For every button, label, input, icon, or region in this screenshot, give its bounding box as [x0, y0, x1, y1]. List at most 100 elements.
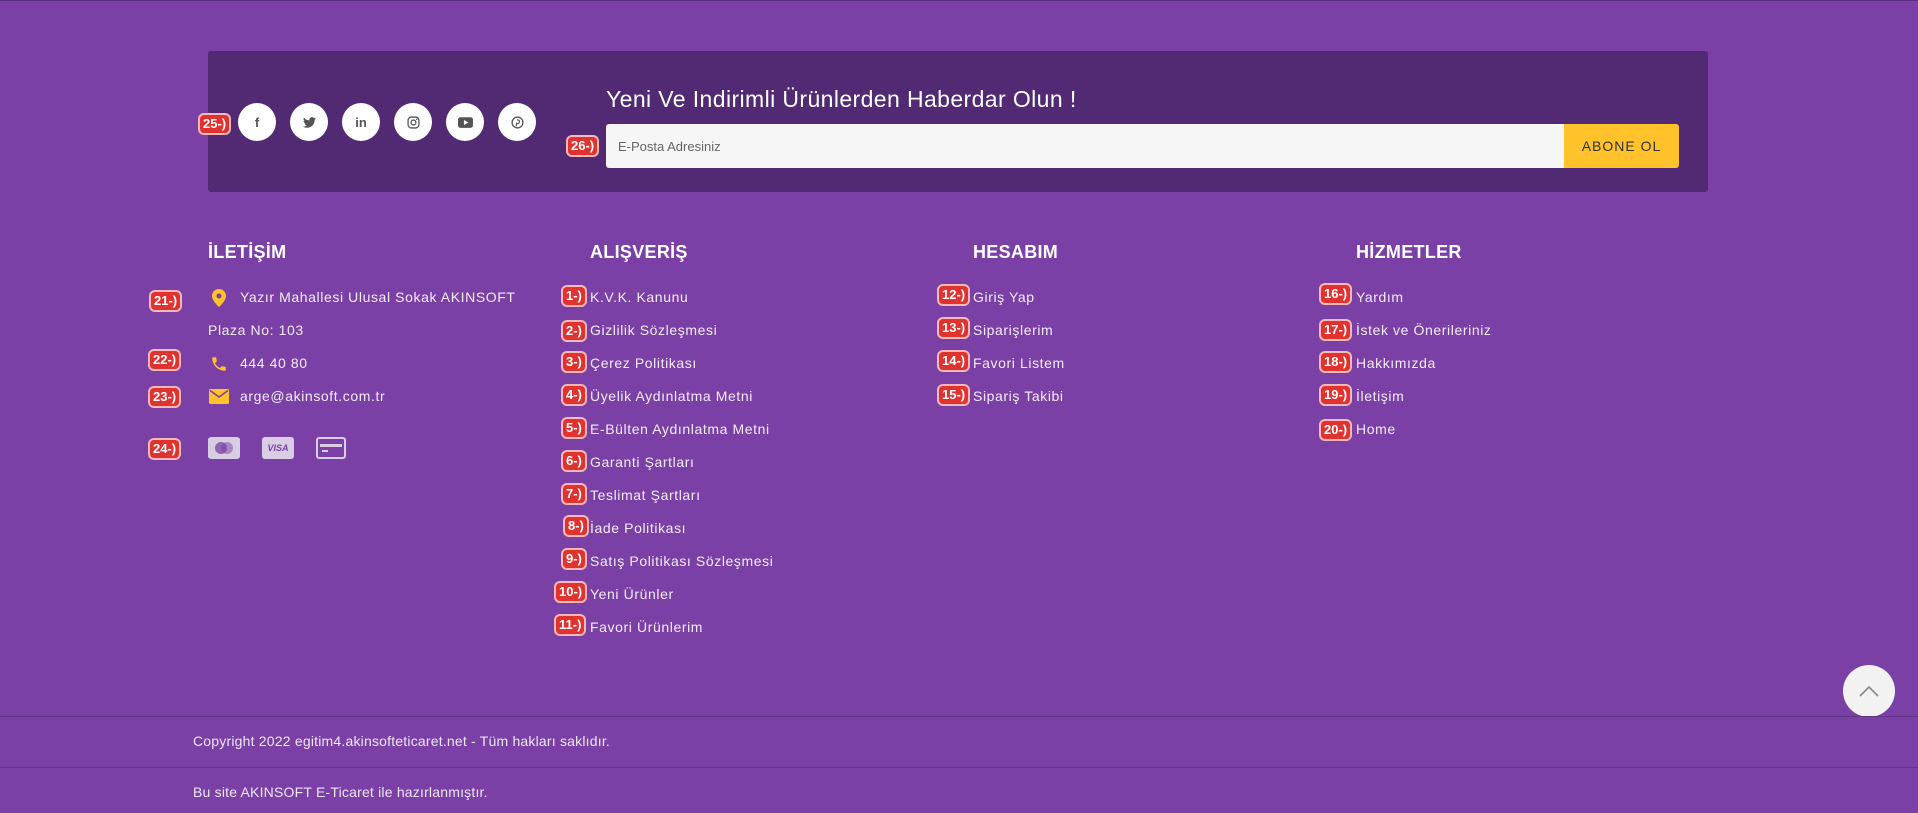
copyright-text: Copyright 2022 egitim4.akinsofteticaret.…: [193, 733, 611, 749]
email-row: arge@akinsoft.com.tr: [208, 380, 516, 413]
footer-link[interactable]: Yardım: [1356, 281, 1492, 314]
shopping-heading: ALIŞVERİŞ: [590, 242, 688, 262]
marker-13: 13-): [939, 319, 969, 337]
marker-8: 8-): [565, 517, 587, 535]
marker-23: 23-): [150, 388, 180, 406]
email-link[interactable]: arge@akinsoft.com.tr: [240, 380, 385, 413]
footer-link[interactable]: Favori Ürünlerim: [590, 611, 773, 644]
footer-link[interactable]: Teslimat Şartları: [590, 479, 773, 512]
account-heading: HESABIM: [973, 242, 1059, 262]
contact-heading: İLETİŞİM: [208, 242, 287, 262]
link-help[interactable]: Yardım: [1356, 289, 1404, 305]
link-about[interactable]: Hakkımızda: [1356, 355, 1436, 371]
marker-16: 16-): [1321, 285, 1351, 303]
link-new-products[interactable]: Yeni Ürünler: [590, 586, 674, 602]
marker-5: 5-): [563, 419, 585, 437]
contact-column: İLETİŞİM Yazır Mahallesi Ulusal Sokak AK…: [208, 240, 516, 413]
marker-1: 1-): [563, 287, 585, 305]
youtube-icon[interactable]: [446, 103, 484, 141]
shopping-column: ALIŞVERİŞ K.V.K. Kanunu Gizlilik Sözleşm…: [590, 240, 773, 644]
marker-14: 14-): [939, 352, 969, 370]
top-divider: [0, 0, 1918, 1]
marker-21: 21-): [151, 292, 181, 310]
marker-2: 2-): [563, 322, 585, 340]
link-membership-notice[interactable]: Üyelik Aydınlatma Metni: [590, 388, 753, 404]
subscribe-button[interactable]: ABONE OL: [1564, 124, 1679, 168]
link-suggestions[interactable]: İstek ve Önerileriniz: [1356, 322, 1492, 338]
footer-link[interactable]: Hakkımızda: [1356, 347, 1492, 380]
link-sales-policy[interactable]: Satış Politikası Sözleşmesi: [590, 553, 773, 569]
link-orders[interactable]: Siparişlerim: [973, 322, 1053, 338]
footer-link[interactable]: Satış Politikası Sözleşmesi: [590, 545, 773, 578]
marker-4: 4-): [563, 386, 585, 404]
newsletter-box: f in Yeni Ve Indirimli Ürünlerden Haberd…: [208, 51, 1708, 192]
marker-12: 12-): [939, 286, 969, 304]
footer-link[interactable]: İletişim: [1356, 380, 1492, 413]
facebook-icon[interactable]: f: [238, 103, 276, 141]
footer-link[interactable]: Favori Listem: [973, 347, 1065, 380]
link-order-tracking[interactable]: Sipariş Takibi: [973, 388, 1064, 404]
credit-card-icon: [316, 437, 346, 459]
location-pin-icon: [208, 288, 230, 307]
footer-link[interactable]: K.V.K. Kanunu: [590, 281, 773, 314]
link-privacy[interactable]: Gizlilik Sözleşmesi: [590, 322, 717, 338]
marker-25: 25-): [200, 115, 230, 133]
footer-link[interactable]: Siparişlerim: [973, 314, 1065, 347]
mail-icon: [208, 389, 230, 404]
instagram-icon[interactable]: [394, 103, 432, 141]
marker-15: 15-): [939, 386, 969, 404]
marker-17: 17-): [1321, 321, 1351, 339]
footer-link[interactable]: Çerez Politikası: [590, 347, 773, 380]
footer-link[interactable]: Giriş Yap: [973, 281, 1065, 314]
marker-24: 24-): [150, 440, 180, 458]
chevron-up-icon: [1859, 685, 1879, 697]
visa-icon: VISA: [262, 437, 294, 459]
marker-6: 6-): [563, 452, 585, 470]
footer-link[interactable]: Garanti Şartları: [590, 446, 773, 479]
footer-link[interactable]: İstek ve Önerileriniz: [1356, 314, 1492, 347]
link-delivery[interactable]: Teslimat Şartları: [590, 487, 701, 503]
footer-link[interactable]: Gizlilik Sözleşmesi: [590, 314, 773, 347]
address-row: Yazır Mahallesi Ulusal Sokak AKINSOFT: [208, 281, 516, 314]
marker-19: 19-): [1321, 386, 1351, 404]
marker-11: 11-): [556, 616, 585, 634]
twitter-icon[interactable]: [290, 103, 328, 141]
linkedin-icon[interactable]: in: [342, 103, 380, 141]
link-login[interactable]: Giriş Yap: [973, 289, 1035, 305]
link-favorite-list[interactable]: Favori Listem: [973, 355, 1065, 371]
newsletter-email-input[interactable]: [606, 124, 1564, 168]
footer-link[interactable]: Home: [1356, 413, 1492, 446]
phone-icon: [208, 355, 230, 373]
marker-26: 26-): [568, 137, 598, 155]
footer-link[interactable]: Yeni Ürünler: [590, 578, 773, 611]
link-favorite-products[interactable]: Favori Ürünlerim: [590, 619, 703, 635]
services-column: HİZMETLER Yardım İstek ve Önerileriniz H…: [1356, 240, 1492, 446]
marker-7: 7-): [563, 485, 585, 503]
link-kvk[interactable]: K.V.K. Kanunu: [590, 289, 688, 305]
social-links: f in: [238, 103, 536, 141]
footer-divider-2: [0, 767, 1918, 768]
phone-link[interactable]: 444 40 80: [240, 347, 308, 380]
link-cookies[interactable]: Çerez Politikası: [590, 355, 697, 371]
footer-link[interactable]: İade Politikası: [590, 512, 773, 545]
link-contact[interactable]: İletişim: [1356, 388, 1404, 404]
footer-link[interactable]: E-Bülten Aydınlatma Metni: [590, 413, 773, 446]
footer-link[interactable]: Sipariş Takibi: [973, 380, 1065, 413]
phone-row: 444 40 80: [208, 347, 516, 380]
services-heading: HİZMETLER: [1356, 242, 1462, 262]
payment-icons: VISA: [208, 437, 346, 459]
newsletter-title: Yeni Ve Indirimli Ürünlerden Haberdar Ol…: [606, 86, 1077, 112]
scroll-to-top-button[interactable]: [1843, 665, 1895, 717]
mastercard-icon: [208, 437, 240, 459]
footer-divider-1: [0, 716, 1918, 717]
marker-22: 22-): [150, 351, 180, 369]
link-home[interactable]: Home: [1356, 421, 1396, 437]
link-warranty[interactable]: Garanti Şartları: [590, 454, 695, 470]
marker-10: 10-): [556, 583, 586, 601]
link-returns[interactable]: İade Politikası: [590, 520, 686, 536]
address-line1: Yazır Mahallesi Ulusal Sokak AKINSOFT: [240, 289, 516, 305]
footer-link[interactable]: Üyelik Aydınlatma Metni: [590, 380, 773, 413]
made-with-text: Bu site AKINSOFT E-Ticaret ile hazırlanm…: [193, 784, 488, 800]
link-ebulletin-notice[interactable]: E-Bülten Aydınlatma Metni: [590, 421, 770, 437]
pinterest-icon[interactable]: [498, 103, 536, 141]
